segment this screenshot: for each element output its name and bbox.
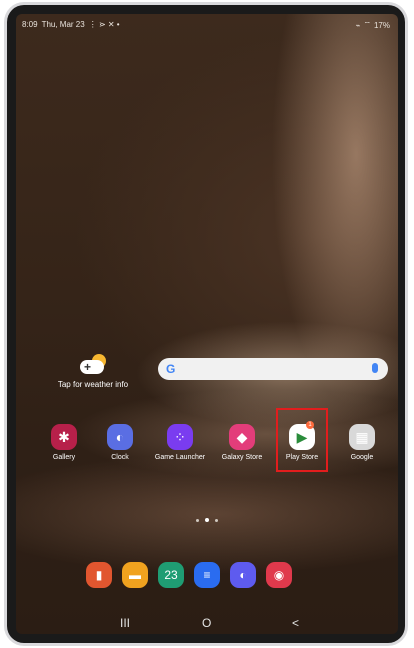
back-button[interactable]: < — [292, 616, 299, 630]
app-icon: ⁘ — [167, 424, 193, 450]
dock-internet[interactable]: ◐ — [230, 562, 256, 588]
app-icon: ✱ — [51, 424, 77, 450]
signal-icon: ⌁ — [355, 20, 361, 30]
highlight-box — [276, 408, 328, 472]
battery-text: 17% — [373, 20, 390, 30]
app-icon: ◐ — [107, 424, 133, 450]
app-icon: ◆ — [229, 424, 255, 450]
page-dot — [215, 518, 218, 522]
status-right: ⌁ ⌔ 17% — [356, 20, 390, 30]
status-bar: 8:09 Thu, Mar 23 ⋮ ⋗ ✕ • ⌁ ⌔ 17% — [16, 14, 398, 34]
dock-files[interactable]: ▬ — [122, 562, 148, 588]
app-label: Gallery — [52, 454, 76, 461]
weather-widget[interactable]: + Tap for weather info — [48, 354, 138, 389]
app-google[interactable]: ▦ Google — [332, 424, 392, 461]
page-indicator — [196, 518, 218, 522]
app-clock[interactable]: ◐ Clock — [90, 424, 150, 461]
dock-messages[interactable]: ≡ — [194, 562, 220, 588]
dock: ▮ ▬ 23 ≡ ◐ ◉ — [86, 562, 292, 588]
home-button[interactable]: O — [202, 616, 211, 630]
wifi-icon: ⌔ — [363, 20, 371, 29]
weather-icon: + — [78, 354, 108, 376]
status-left: 8:09 Thu, Mar 23 ⋮ ⋗ ✕ • — [22, 20, 120, 29]
dock-notes[interactable]: ▮ — [86, 562, 112, 588]
app-game-launcher[interactable]: ⁘ Game Launcher — [150, 424, 210, 461]
app-galaxy-store[interactable]: ◆ Galaxy Store — [212, 424, 272, 461]
dock-calendar[interactable]: 23 — [158, 562, 184, 588]
page-dot — [196, 518, 199, 522]
google-logo-icon: G — [166, 362, 176, 376]
mic-icon[interactable] — [372, 363, 378, 373]
recents-button[interactable]: III — [120, 616, 130, 630]
app-label: Google — [350, 454, 374, 461]
weather-label: Tap for weather info — [57, 380, 129, 389]
app-gallery[interactable]: ✱ Gallery — [34, 424, 94, 461]
notification-icons: ⋮ ⋗ ✕ • — [88, 20, 120, 29]
app-label: Galaxy Store — [221, 454, 263, 461]
google-search-bar[interactable]: G — [158, 358, 388, 380]
app-label: Game Launcher — [154, 454, 206, 461]
status-time: 8:09 — [22, 20, 38, 29]
navigation-bar: III O < — [16, 614, 398, 634]
status-date: Thu, Mar 23 — [41, 20, 85, 29]
home-screen: 8:09 Thu, Mar 23 ⋮ ⋗ ✕ • ⌁ ⌔ 17% + Tap f… — [16, 14, 398, 634]
plus-icon: + — [84, 360, 92, 374]
app-icon: ▦ — [349, 424, 375, 450]
page-dot-active — [205, 518, 209, 522]
dock-camera[interactable]: ◉ — [266, 562, 292, 588]
app-label: Clock — [111, 454, 129, 461]
